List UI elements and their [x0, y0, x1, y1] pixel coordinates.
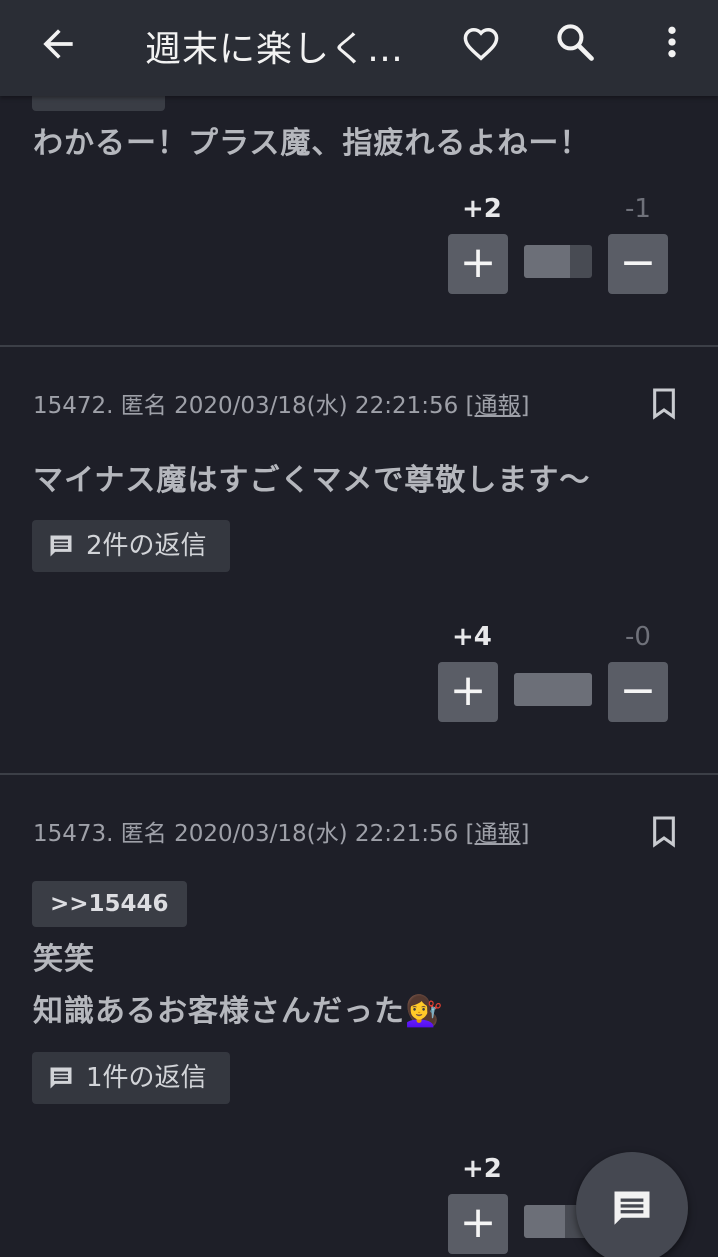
post-datetime: 2020/03/18(水) 22:21:56 [174, 393, 459, 419]
report-bracket: ] [520, 821, 530, 847]
back-arrow-icon[interactable] [36, 22, 80, 66]
search-icon[interactable] [553, 20, 597, 64]
write-comment-fab[interactable] [576, 1152, 688, 1257]
heart-icon[interactable] [459, 21, 503, 65]
replies-button[interactable]: 1件の返信 [32, 1052, 230, 1104]
replies-label: 2件の返信 [86, 531, 207, 561]
report-link[interactable]: 通報 [475, 393, 521, 419]
bookmark-icon[interactable] [648, 386, 680, 422]
vote-ratio-fill [524, 1205, 565, 1238]
post-body-line: 知識あるお客様さんだった💇‍♀️ [33, 994, 444, 1029]
replies-label: 1件の返信 [86, 1063, 207, 1093]
vote-ratio-bar [524, 245, 592, 278]
plus-count: +2 [462, 194, 502, 224]
more-vert-icon[interactable] [652, 20, 692, 64]
vote-ratio-fill [514, 673, 592, 706]
plus-count: +2 [462, 1154, 502, 1184]
post-number: 15473. [33, 821, 114, 847]
replies-button[interactable]: 2件の返信 [32, 520, 230, 572]
vote-ratio-fill [524, 245, 570, 278]
minus-count: -0 [625, 622, 651, 652]
report-bracket: ] [520, 393, 530, 419]
minus-count: -1 [625, 194, 651, 224]
post-body-line: 笑笑 [33, 942, 95, 977]
post-author: 匿名 [120, 393, 167, 419]
comment-icon [50, 535, 72, 557]
thread-title: 週末に楽しく… [145, 29, 405, 70]
vote-ratio-bar [514, 673, 592, 706]
post-author: 匿名 [120, 821, 167, 847]
post-meta: 15472. 匿名 2020/03/18(水) 22:21:56 [通報] [33, 386, 530, 420]
post-meta: 15473. 匿名 2020/03/18(水) 22:21:56 [通報] [33, 814, 530, 848]
post-body: マイナス魔はすごくマメで尊敬します〜 [33, 463, 591, 498]
report-bracket: [ [465, 821, 475, 847]
post-datetime: 2020/03/18(水) 22:21:56 [174, 821, 459, 847]
bookmark-icon[interactable] [648, 814, 680, 850]
report-link[interactable]: 通報 [475, 821, 521, 847]
divider [0, 773, 718, 775]
post-body: わかるー！プラス魔、指疲れるよねー！ [33, 126, 591, 161]
plus-count: +4 [452, 622, 492, 652]
report-bracket: [ [465, 393, 475, 419]
comment-icon [50, 1067, 72, 1089]
plus-vote-button[interactable]: + [448, 1194, 508, 1254]
app-bar: 週末に楽しく… [0, 0, 718, 96]
thread-page: 週末に楽しく… わかるー！プラス魔、指疲れるよねー！ +2 -1 + − 154… [0, 0, 718, 1257]
minus-vote-button[interactable]: − [608, 234, 668, 294]
anchor-link[interactable]: >>15446 [32, 881, 187, 927]
plus-vote-button[interactable]: + [438, 662, 498, 722]
comment-icon [614, 1191, 650, 1225]
minus-vote-button[interactable]: − [608, 662, 668, 722]
plus-vote-button[interactable]: + [448, 234, 508, 294]
post-number: 15472. [33, 393, 114, 419]
divider [0, 345, 718, 347]
